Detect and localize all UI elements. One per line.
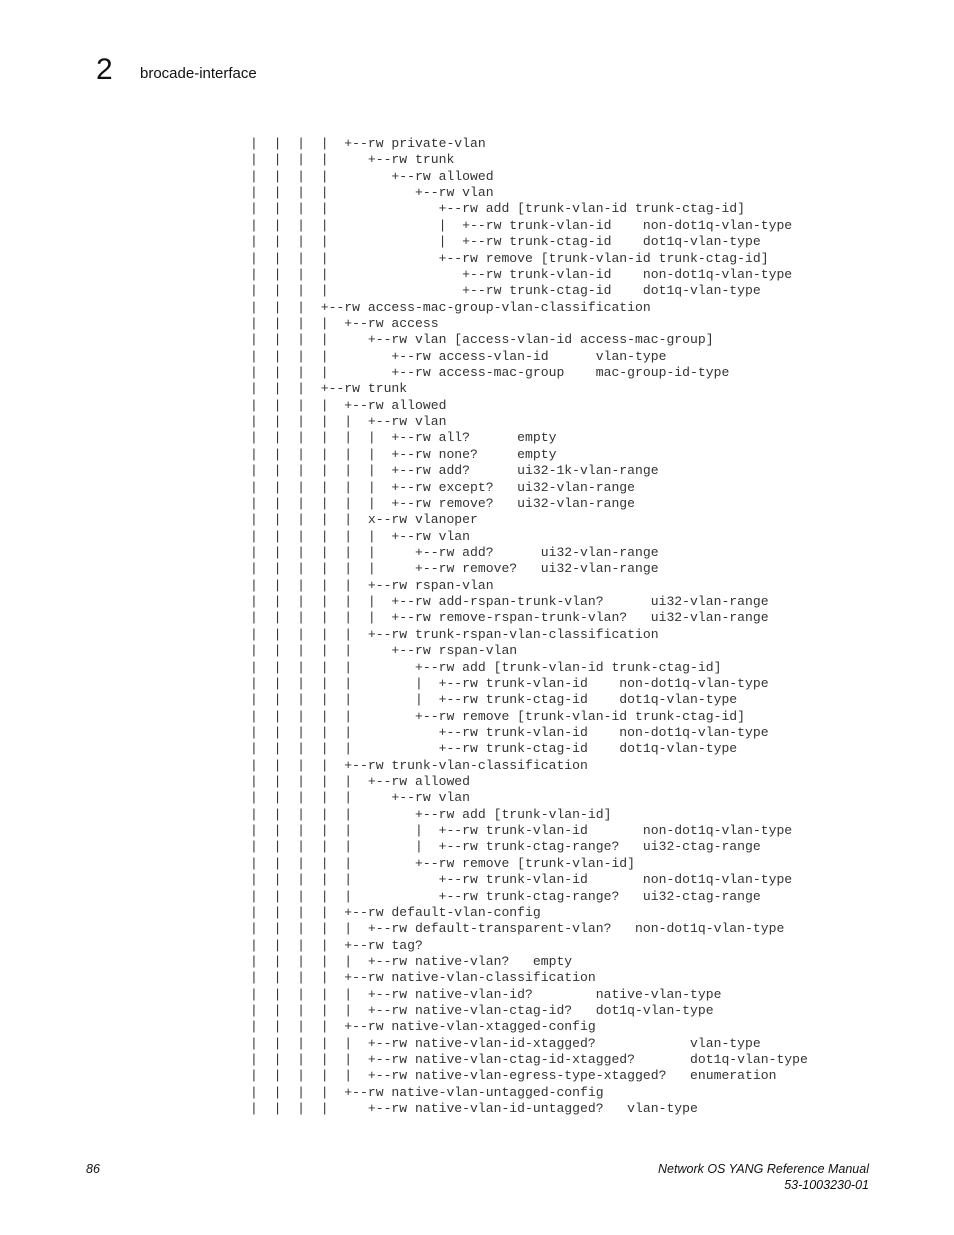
code-line: | | | | +--rw trunk-ctag-id dot1q-vlan-t… <box>250 283 761 299</box>
code-line: | | | | | +--rw trunk-ctag-id dot1q-vlan… <box>250 741 738 757</box>
code-line: | | | | +--rw native-vlan-xtagged-config <box>250 1019 596 1035</box>
code-line: | | | | +--rw add [trunk-vlan-id trunk-c… <box>250 201 746 217</box>
code-line: | | | | +--rw access-mac-group mac-group… <box>250 365 730 381</box>
code-line: | | | | | +--rw default-transparent-vlan… <box>250 921 785 937</box>
code-line: | | | | | | +--rw add-rspan-trunk-vlan? … <box>250 594 769 610</box>
code-line: | | | | | | +--rw add? ui32-1k-vlan-rang… <box>250 463 659 479</box>
code-line: | | | | | +--rw remove [trunk-vlan-id tr… <box>250 708 746 724</box>
code-line: | | | | | | +--rw trunk-ctag-id dot1q-vl… <box>250 692 738 708</box>
code-line: | | | +--rw trunk <box>250 381 408 397</box>
code-line: | | | | | +--rw add [trunk-vlan-id] <box>250 806 612 822</box>
code-line: | | | | | +--rw native-vlan-id? native-v… <box>250 986 722 1002</box>
code-line: | | | | | | +--rw except? ui32-vlan-rang… <box>250 479 636 495</box>
code-line: | | | | | +--rw trunk-vlan-id non-dot1q-… <box>250 724 769 740</box>
code-line: | | | | +--rw allowed <box>250 397 447 413</box>
code-line: | | | | | | +--rw remove? ui32-vlan-rang… <box>250 495 636 511</box>
code-line: | | | | | +--rw vlan <box>250 414 447 430</box>
footer-document-info: Network OS YANG Reference Manual 53-1003… <box>658 1161 869 1193</box>
code-line: | | | | | +--rw vlan <box>250 790 471 806</box>
code-line: | | | | | | +--rw trunk-ctag-range? ui32… <box>250 839 761 855</box>
code-line: | | | | +--rw default-vlan-config <box>250 904 541 920</box>
code-line: | | | | +--rw vlan <box>250 185 494 201</box>
code-line: | | | | | +--rw allowed <box>250 774 471 790</box>
code-line: | | | | +--rw remove [trunk-vlan-id trun… <box>250 250 769 266</box>
code-line: | | | | +--rw vlan [access-vlan-id acces… <box>250 332 714 348</box>
code-line: | | | | +--rw access-vlan-id vlan-type <box>250 348 667 364</box>
code-line: | | | | | +--rw add [trunk-vlan-id trunk… <box>250 659 722 675</box>
code-line: | | | | | | +--rw add? ui32-vlan-range <box>250 544 659 560</box>
code-line: | | | | | +--rw native-vlan-id-xtagged? … <box>250 1035 761 1051</box>
document-number: 53-1003230-01 <box>784 1178 869 1192</box>
code-line: | | | | | +--rw trunk-ctag-id dot1q-vlan… <box>250 234 761 250</box>
code-line: | | | | | +--rw trunk-vlan-id non-dot1q-… <box>250 872 793 888</box>
code-line: | | | | | +--rw trunk-rspan-vlan-classif… <box>250 626 659 642</box>
code-line: | | | | | | +--rw remove? ui32-vlan-rang… <box>250 561 659 577</box>
code-line: | | | | | +--rw remove [trunk-vlan-id] <box>250 855 636 871</box>
code-line: | | | | +--rw allowed <box>250 168 494 184</box>
code-line: | | | | | | +--rw vlan <box>250 528 471 544</box>
code-line: | | | | | +--rw native-vlan? empty <box>250 953 573 969</box>
chapter-title: brocade-interface <box>140 65 257 82</box>
code-line: | | | | | | +--rw all? empty <box>250 430 557 446</box>
code-line: | | | | | +--rw native-vlan-egress-type-… <box>250 1068 777 1084</box>
code-line: | | | | | | +--rw none? empty <box>250 446 557 462</box>
code-line: | | | | | x--rw vlanoper <box>250 512 478 528</box>
code-line: | | | | +--rw trunk <box>250 152 455 168</box>
chapter-number: 2 <box>96 53 113 86</box>
code-line: | | | | | | +--rw trunk-vlan-id non-dot1… <box>250 675 769 691</box>
code-line: | | | | | +--rw trunk-ctag-range? ui32-c… <box>250 888 761 904</box>
code-line: | | | | | +--rw native-vlan-ctag-id-xtag… <box>250 1052 808 1068</box>
code-line: | | | | | +--rw native-vlan-ctag-id? dot… <box>250 1003 714 1019</box>
code-line: | | | | | | +--rw trunk-vlan-id non-dot1… <box>250 823 793 839</box>
code-line: | | | | +--rw private-vlan <box>250 136 486 151</box>
code-line: | | | | +--rw native-vlan-id-untagged? v… <box>250 1101 698 1117</box>
code-line: | | | | +--rw native-vlan-classification <box>250 970 596 986</box>
page-number: 86 <box>86 1162 100 1176</box>
manual-title: Network OS YANG Reference Manual <box>658 1162 869 1176</box>
code-line: | | | | | | +--rw remove-rspan-trunk-vla… <box>250 610 769 626</box>
code-line: | | | | | +--rw rspan-vlan <box>250 643 518 659</box>
code-line: | | | | +--rw native-vlan-untagged-confi… <box>250 1084 604 1100</box>
code-line: | | | | +--rw tag? <box>250 937 423 953</box>
code-line: | | | | | +--rw trunk-vlan-id non-dot1q-… <box>250 217 793 233</box>
code-line: | | | | | +--rw rspan-vlan <box>250 577 494 593</box>
code-line: | | | | +--rw access <box>250 315 439 331</box>
code-line: | | | +--rw access-mac-group-vlan-classi… <box>250 299 651 315</box>
code-line: | | | | +--rw trunk-vlan-classification <box>250 757 588 773</box>
code-line: | | | | +--rw trunk-vlan-id non-dot1q-vl… <box>250 266 793 282</box>
yang-tree-code-block: | | | | +--rw private-vlan | | | | +--rw … <box>250 136 808 1118</box>
